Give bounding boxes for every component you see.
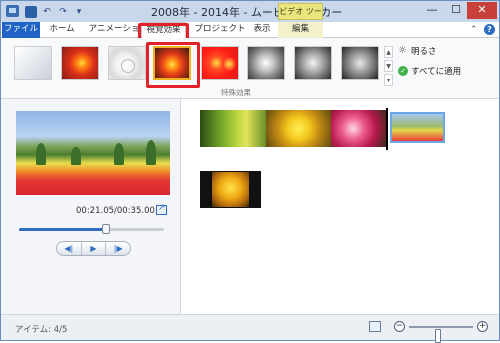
playhead[interactable] [386, 108, 388, 150]
zoom-in-icon[interactable]: + [477, 321, 488, 332]
effect-thumbnail-grayscale-medium[interactable] [294, 46, 332, 80]
apply-all-label: すべてに適用 [411, 67, 462, 77]
apply-to-all-button[interactable]: ✓ すべてに適用 [398, 65, 461, 77]
clip-pink-flowers[interactable] [331, 110, 386, 147]
title-bar: ↶ ↷ ▾ 2008年 - 2014年 - ムービー メーカー ビデオ ツール … [1, 1, 499, 31]
maximize-button[interactable]: ☐ [445, 2, 467, 19]
clip-tulip-field-selected[interactable] [390, 112, 445, 143]
playback-controls: ◀| ▶ |▶ [56, 241, 131, 256]
tab-view[interactable]: 表示 [247, 22, 277, 38]
ribbon-collapse-icon[interactable]: ⌃ [470, 25, 478, 34]
ribbon-tabs: ファイル ホーム アニメーション 視覚効果 プロジェクト 表示 編集 [1, 22, 499, 49]
seek-slider[interactable] [19, 224, 164, 234]
quick-access-toolbar: ↶ ↷ ▾ [25, 5, 85, 18]
minimize-button[interactable]: — [421, 2, 443, 19]
gallery-scroll-up-icon[interactable]: ▲ [384, 46, 393, 58]
ribbon-group-label: 特殊効果 [221, 88, 251, 97]
clip-green-garden[interactable] [200, 110, 266, 147]
effect-thumbnail-white-blur[interactable] [108, 46, 146, 80]
play-button[interactable]: ▶ [82, 242, 107, 255]
customize-dropdown-icon[interactable]: ▾ [73, 6, 85, 18]
save-icon[interactable] [25, 5, 37, 18]
tab-home[interactable]: ホーム [44, 22, 80, 38]
preview-tree-2 [71, 147, 81, 165]
clip-yellow-flowers[interactable] [266, 110, 331, 147]
brightness-button[interactable]: ☼ 明るさ [398, 45, 437, 58]
brightness-label: 明るさ [411, 47, 437, 57]
effect-thumbnail-selected[interactable] [153, 46, 191, 80]
preview-tree-1 [36, 143, 46, 165]
effect-thumbnail-red-pop[interactable] [201, 46, 239, 80]
sun-icon: ☼ [398, 45, 407, 56]
tab-visual-effects[interactable]: 視覚効果 [141, 22, 186, 39]
seek-thumb[interactable] [102, 224, 110, 234]
item-count: アイテム: 4/5 [15, 325, 68, 335]
gallery-scroll-down-icon[interactable]: ▼ [384, 60, 393, 72]
effect-thumbnail-grayscale-dark[interactable] [341, 46, 379, 80]
help-icon[interactable]: ? [484, 24, 495, 35]
gallery-more-icon[interactable]: ▾ [384, 74, 393, 86]
tab-animation[interactable]: アニメーション [85, 22, 143, 49]
movie-maker-window: ↶ ↷ ▾ 2008年 - 2014年 - ムービー メーカー ビデオ ツール … [0, 0, 500, 343]
tab-edit[interactable]: 編集 [278, 22, 323, 38]
fullscreen-icon[interactable] [156, 203, 167, 215]
playback-time: 00:21.05/00:35.00 [76, 206, 155, 216]
tab-file[interactable]: ファイル [2, 22, 40, 38]
clip-yellow-tulip[interactable] [200, 171, 261, 208]
contextual-tab-group-label: ビデオ ツール [278, 3, 323, 31]
preview-tree-3 [114, 143, 124, 165]
seek-progress-fill [19, 228, 106, 231]
zoom-slider[interactable] [409, 326, 473, 343]
previous-frame-button[interactable]: ◀| [57, 242, 82, 255]
close-button[interactable]: ✕ [467, 2, 497, 19]
effects-gallery-scroll: ▲ ▼ ▾ [384, 46, 393, 86]
preview-tree-4 [146, 140, 156, 165]
redo-icon[interactable]: ↷ [57, 6, 69, 18]
thumbnail-size-icon[interactable] [369, 321, 381, 332]
tab-project[interactable]: プロジェクト [191, 22, 249, 38]
ribbon-help-area: ⌃ ? [470, 24, 495, 35]
effect-thumbnail-no-effect[interactable] [14, 46, 52, 80]
next-frame-button[interactable]: |▶ [106, 242, 130, 255]
status-bar: アイテム: 4/5 − + [1, 314, 499, 343]
effect-thumbnail-grayscale-light[interactable] [247, 46, 285, 80]
undo-icon[interactable]: ↶ [41, 6, 53, 18]
app-icon[interactable] [6, 5, 19, 17]
zoom-out-icon[interactable]: − [394, 321, 405, 332]
apply-all-icon: ✓ [398, 66, 408, 76]
preview-video-frame[interactable] [16, 111, 170, 195]
effect-thumbnail-warm[interactable] [61, 46, 99, 80]
